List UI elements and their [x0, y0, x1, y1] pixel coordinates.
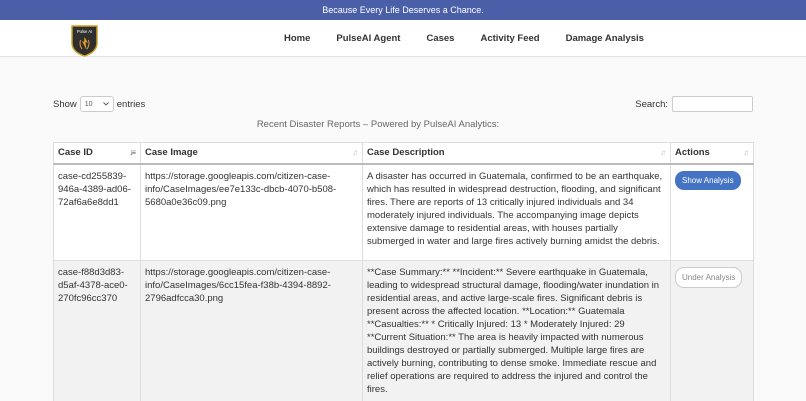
banner-text: Because Every Life Deserves a Chance.: [322, 5, 484, 15]
nav-pulseai-agent[interactable]: PulseAI Agent: [336, 33, 400, 44]
column-header-label: Case Description: [367, 147, 445, 159]
main-nav: Home PulseAI Agent Cases Activity Feed D…: [284, 20, 670, 57]
sort-arrows-icon: ↓↑: [352, 148, 358, 157]
column-header-case-description[interactable]: Case Description ↓↑: [362, 142, 671, 165]
under-analysis-button[interactable]: Under Analysis: [675, 267, 743, 288]
entries-value: 10: [84, 100, 93, 108]
sort-arrows-icon: ↓↑: [660, 148, 666, 157]
entries-label: entries: [116, 98, 146, 110]
column-header-case-id[interactable]: Case ID ↓≡: [53, 142, 141, 165]
sort-arrows-icon: ↓≡: [129, 148, 136, 157]
cases-table: Case ID ↓≡ Case Image ↓↑ Case Descriptio…: [53, 142, 754, 401]
entries-control: Show 10 entries: [53, 96, 145, 112]
case-id-cell: case-cd255839-946a-4389-ad06-72af6a6e8dd…: [53, 163, 141, 261]
column-header-case-image[interactable]: Case Image ↓↑: [140, 142, 363, 165]
navbar: Pulse AI Home PulseAI Agent Cases Activi…: [0, 20, 806, 57]
search-input[interactable]: [672, 96, 753, 112]
chevron-down-icon: [102, 102, 109, 106]
column-header-actions[interactable]: Actions ↓↑: [670, 142, 754, 165]
show-label: Show: [53, 98, 77, 110]
main-content: Show 10 entries Search: Recent Disaster …: [53, 90, 754, 401]
actions-cell: Show Analysis: [670, 163, 754, 261]
show-analysis-button[interactable]: Show Analysis: [675, 170, 741, 190]
search-control: Search:: [635, 96, 753, 112]
nav-damage-analysis[interactable]: Damage Analysis: [566, 33, 644, 44]
table-row: case-f88d3d83-d5af-4378-ace0-270fc96cc37…: [53, 260, 754, 401]
table-controls: Show 10 entries Search:: [53, 90, 753, 118]
search-label: Search:: [635, 98, 668, 110]
case-image-cell: https://storage.googleapis.com/citizen-c…: [140, 260, 363, 401]
column-header-label: Case ID: [58, 147, 93, 159]
logo-text: Pulse AI: [77, 29, 92, 34]
case-description-cell: A disaster has occurred in Guatemala, co…: [362, 163, 671, 261]
top-banner: Because Every Life Deserves a Chance.: [0, 0, 806, 20]
case-id-cell: case-f88d3d83-d5af-4378-ace0-270fc96cc37…: [53, 260, 141, 401]
case-image-cell: https://storage.googleapis.com/citizen-c…: [140, 163, 363, 261]
entries-select[interactable]: 10: [79, 96, 114, 112]
nav-home[interactable]: Home: [284, 33, 310, 44]
actions-cell: Under Analysis: [670, 260, 754, 401]
nav-activity-feed[interactable]: Activity Feed: [480, 33, 539, 44]
case-description-cell: **Case Summary:** **Incident:** Severe e…: [362, 260, 671, 401]
table-row: case-cd255839-946a-4389-ad06-72af6a6e8dd…: [53, 163, 754, 261]
table-header-row: Case ID ↓≡ Case Image ↓↑ Case Descriptio…: [53, 142, 754, 165]
column-header-label: Actions: [675, 147, 710, 159]
sort-arrows-icon: ↓↑: [743, 148, 749, 157]
nav-cases[interactable]: Cases: [426, 33, 454, 44]
table-caption: Recent Disaster Reports – Powered by Pul…: [256, 119, 500, 130]
column-header-label: Case Image: [145, 147, 198, 159]
shield-logo-icon: Pulse AI: [71, 25, 98, 57]
logo[interactable]: Pulse AI: [70, 24, 99, 57]
